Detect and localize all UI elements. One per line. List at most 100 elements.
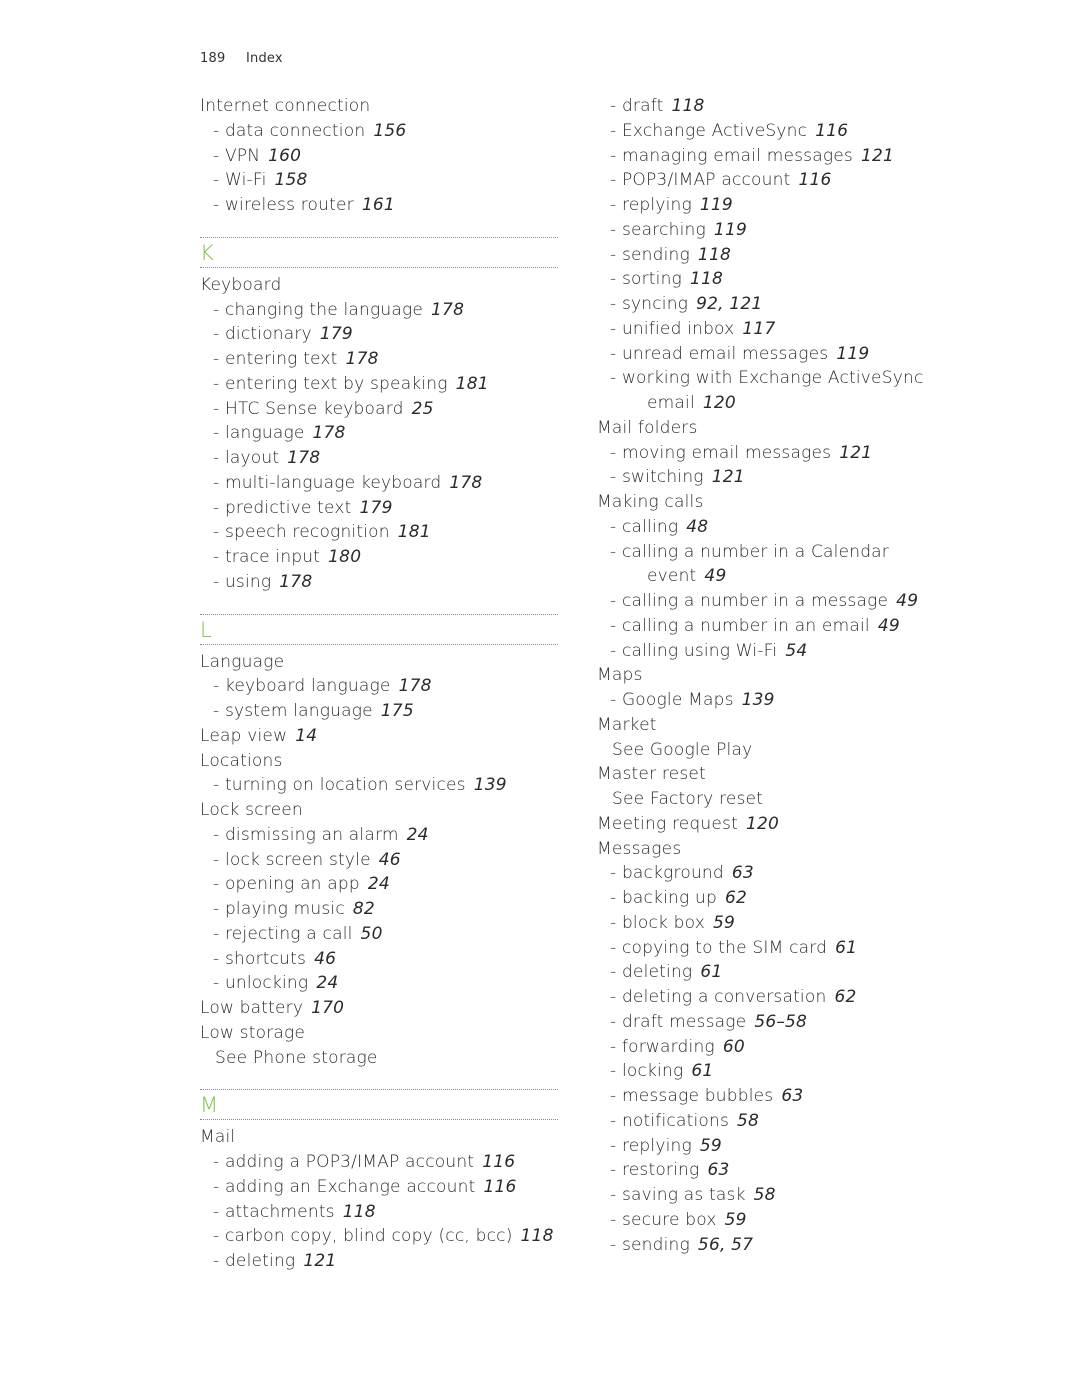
page-reference[interactable]: 60 <box>723 1037 745 1057</box>
page-reference[interactable]: 121 <box>839 443 872 463</box>
page-reference[interactable]: 61 <box>700 962 722 982</box>
page-reference[interactable]: 118 <box>672 96 705 116</box>
page-reference[interactable]: 179 <box>320 324 353 344</box>
page-reference[interactable]: 178 <box>287 448 320 468</box>
page-reference[interactable]: 117 <box>742 319 775 339</box>
page-reference[interactable]: 121 <box>861 146 894 166</box>
index-entry: Messages <box>597 837 977 862</box>
index-subentry: - calling a number in a message 49 <box>597 589 977 614</box>
page-reference[interactable]: 116 <box>815 121 848 141</box>
entry-term: Low battery <box>200 998 304 1018</box>
entry-term: - opening an app <box>213 874 360 895</box>
entry-term: Mail folders <box>597 417 698 438</box>
page-reference[interactable]: 59 <box>713 913 735 933</box>
entry-term: - draft message <box>610 1011 747 1032</box>
page-reference[interactable]: 178 <box>431 300 464 320</box>
page-reference[interactable]: 61 <box>835 938 857 958</box>
page-reference[interactable]: 50 <box>361 924 383 944</box>
entry-term: - calling using Wi-Fi <box>610 640 778 661</box>
page-reference[interactable]: 61 <box>691 1061 713 1081</box>
index-entry: Master reset <box>597 762 977 787</box>
index-subentry: - lock screen style 46 <box>200 848 558 873</box>
page-reference[interactable]: 46 <box>379 850 401 870</box>
page-reference[interactable]: 161 <box>362 195 395 215</box>
page-reference[interactable]: 58 <box>754 1185 776 1205</box>
page-reference[interactable]: 92, 121 <box>696 294 762 314</box>
page-reference[interactable]: 180 <box>328 547 361 567</box>
page-reference[interactable]: 178 <box>313 423 346 443</box>
entry-term: - unified inbox <box>610 318 735 339</box>
page-reference[interactable]: 24 <box>368 874 390 894</box>
page-reference[interactable]: 58 <box>737 1111 759 1131</box>
page-reference[interactable]: 59 <box>725 1210 747 1230</box>
entry-term: - dictionary <box>213 324 312 345</box>
page-reference[interactable]: 62 <box>725 888 747 908</box>
page-reference[interactable]: 46 <box>314 949 336 969</box>
page-reference[interactable]: 59 <box>700 1136 722 1156</box>
index-entry: Making calls <box>597 490 977 515</box>
index-subentry: - draft message 56–58 <box>597 1010 977 1035</box>
page-reference[interactable]: 56, 57 <box>698 1235 753 1255</box>
index-subentry: - entering text 178 <box>200 347 558 372</box>
page-reference[interactable]: 178 <box>346 349 379 369</box>
page-reference[interactable]: 156 <box>373 121 406 141</box>
page-reference[interactable]: 116 <box>798 170 831 190</box>
page-reference[interactable]: 14 <box>295 726 317 746</box>
page-reference[interactable]: 139 <box>742 690 775 710</box>
entry-term: - data connection <box>213 120 366 141</box>
page-reference[interactable]: 158 <box>275 170 308 190</box>
page-reference[interactable]: 121 <box>303 1251 336 1271</box>
entry-term: - replying <box>610 1135 692 1156</box>
page-reference[interactable]: 82 <box>353 899 375 919</box>
entry-term: - adding a POP3/IMAP account <box>213 1152 475 1172</box>
page-reference[interactable]: 63 <box>732 863 754 883</box>
page-reference[interactable]: 179 <box>360 498 393 518</box>
index-column-left: Internet connection - data connection 156-… <box>200 94 558 1274</box>
page-reference[interactable]: 119 <box>714 220 747 240</box>
page-reference[interactable]: 118 <box>690 269 723 289</box>
page-reference[interactable]: 25 <box>412 399 434 419</box>
page-reference[interactable]: 63 <box>781 1086 803 1106</box>
page-reference[interactable]: 170 <box>311 998 344 1018</box>
page-reference[interactable]: 175 <box>381 701 414 721</box>
page-reference[interactable]: 118 <box>698 245 731 265</box>
entry-term: - dismissing an alarm <box>213 824 399 845</box>
page-reference[interactable]: 49 <box>896 591 918 611</box>
page-reference[interactable]: 118 <box>343 1202 376 1222</box>
page-reference[interactable]: 120 <box>703 393 736 413</box>
page-reference[interactable]: 119 <box>700 195 733 215</box>
index-subentry: - unlocking 24 <box>200 971 558 996</box>
page-reference[interactable]: 178 <box>279 572 312 592</box>
page-reference[interactable]: 181 <box>456 374 489 394</box>
index-subentry: - calling a number in a Calendar <box>597 540 977 565</box>
page-reference[interactable]: 56–58 <box>754 1012 807 1032</box>
page-reference[interactable]: 118 <box>521 1226 554 1246</box>
page-reference[interactable]: 139 <box>474 775 507 795</box>
entry-term: Lock screen <box>200 800 303 820</box>
page-reference[interactable]: 121 <box>712 467 745 487</box>
page-reference[interactable]: 160 <box>268 146 301 166</box>
entry-term: - secure box <box>610 1209 717 1230</box>
index-subentry: - calling 48 <box>597 515 977 540</box>
page-reference[interactable]: 181 <box>398 522 431 542</box>
page-reference[interactable]: 119 <box>836 344 869 364</box>
page-reference[interactable]: 54 <box>785 641 807 661</box>
entry-term: - Wi-Fi <box>213 170 267 191</box>
page-reference[interactable]: 116 <box>482 1152 515 1172</box>
page-reference[interactable]: 24 <box>407 825 429 845</box>
index-subentry: - Exchange ActiveSync 116 <box>597 119 977 144</box>
page-reference[interactable]: 178 <box>399 676 432 696</box>
entry-term: Meeting request <box>597 813 738 834</box>
entry-term: - system language <box>213 701 373 721</box>
page-reference[interactable]: 24 <box>316 973 338 993</box>
page-reference[interactable]: 116 <box>483 1177 516 1197</box>
page-reference[interactable]: 62 <box>834 987 856 1007</box>
page-reference[interactable]: 49 <box>704 566 726 586</box>
page-reference[interactable]: 49 <box>878 616 900 636</box>
page-reference[interactable]: 63 <box>707 1160 729 1180</box>
index-subentry: - dictionary 179 <box>200 322 558 347</box>
page-reference[interactable]: 178 <box>449 473 482 493</box>
page-reference[interactable]: 48 <box>686 517 708 537</box>
page-reference[interactable]: 120 <box>746 814 779 834</box>
entry-term: Master reset <box>597 764 706 785</box>
